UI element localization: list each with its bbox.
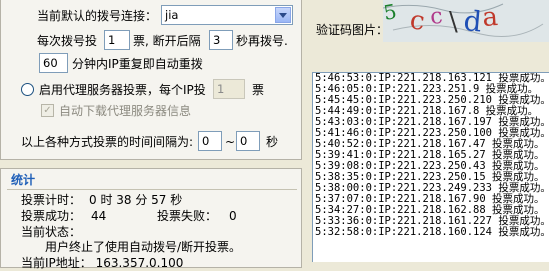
redial-minutes-input[interactable]: 60 bbox=[39, 53, 68, 73]
stats-title: 统计 bbox=[11, 173, 36, 187]
interval-unit: 秒 bbox=[266, 135, 279, 149]
proxy-radio[interactable] bbox=[21, 83, 34, 96]
settings-panel: 当前默认的拨号连接： jia 每次拨号投 1 票, 断开后隔 3 秒再拨号. 6… bbox=[0, 0, 302, 160]
status-text: 用户终止了使用自动拨号/断开投票。 bbox=[45, 240, 242, 254]
log-line: 5:32:58:0:IP:221.218.160.124 投票成功。 bbox=[315, 226, 549, 238]
captcha-image: 5 c c \ d a bbox=[383, 0, 549, 42]
auto-download-label: 自动下载代理服务器信息 bbox=[59, 104, 192, 118]
fail-value: 0 bbox=[229, 209, 237, 223]
captcha-char: d bbox=[462, 4, 483, 38]
connection-value: jia bbox=[165, 8, 179, 22]
redial-seconds-label: 秒再拨号. bbox=[236, 34, 288, 48]
interval-to-input[interactable]: 0 bbox=[236, 131, 260, 151]
connection-label: 当前默认的拨号连接： bbox=[37, 9, 158, 23]
auto-download-checkbox[interactable]: ✓ bbox=[41, 104, 54, 117]
stats-divider bbox=[7, 189, 297, 190]
per-dial-input[interactable]: 1 bbox=[104, 30, 130, 50]
captcha-char: c bbox=[429, 4, 444, 30]
current-ip-label: 当前IP地址： 163.357.0.100 bbox=[21, 256, 184, 270]
time-label: 投票计时： bbox=[21, 193, 82, 207]
proxy-enable-label: 启用代理服务器投票，每个IP投 bbox=[39, 83, 206, 97]
per-ip-input[interactable]: 1 bbox=[213, 79, 245, 99]
fail-label: 投票失败： bbox=[157, 209, 218, 223]
interval-from-input[interactable]: 0 bbox=[198, 131, 222, 151]
captcha-label: 验证码图片： bbox=[316, 23, 389, 37]
check-icon: ✓ bbox=[43, 104, 52, 116]
disconnect-label: 票, 断开后隔 bbox=[133, 34, 201, 48]
captcha-char: a bbox=[481, 2, 499, 33]
tilde-label: ~ bbox=[225, 135, 236, 149]
per-dial-label: 每次拨号投 bbox=[37, 34, 98, 48]
success-value: 44 bbox=[91, 209, 107, 223]
status-label: 当前状态： bbox=[21, 225, 82, 239]
log-lines-container: 5:46:53:0:IP:221.218.163.121 投票成功。 5:46:0… bbox=[313, 73, 549, 238]
per-ip-unit: 票 bbox=[252, 83, 265, 97]
vote-log-list[interactable]: 5:46:53:0:IP:221.218.163.121 投票成功。 5:46:0… bbox=[312, 72, 549, 262]
interval-label: 以上各种方式投票的时间间隔为: bbox=[21, 135, 194, 149]
redial-minutes-label: 分钟内IP重复即自动重拨 bbox=[72, 57, 203, 71]
captcha-char: c bbox=[408, 5, 427, 37]
chevron-down-icon[interactable] bbox=[275, 7, 291, 23]
wait-seconds-input[interactable]: 3 bbox=[209, 30, 233, 50]
success-label: 投票成功： bbox=[21, 209, 82, 223]
captcha-char: 5 bbox=[383, 0, 398, 25]
time-value: 0 时 38 分 57 秒 bbox=[89, 193, 183, 207]
stats-panel: 统计 投票计时： 0 时 38 分 57 秒 投票成功： 44 投票失败： 0 … bbox=[0, 168, 302, 270]
connection-combo[interactable]: jia bbox=[161, 5, 293, 25]
captcha-char: \ bbox=[449, 7, 458, 37]
